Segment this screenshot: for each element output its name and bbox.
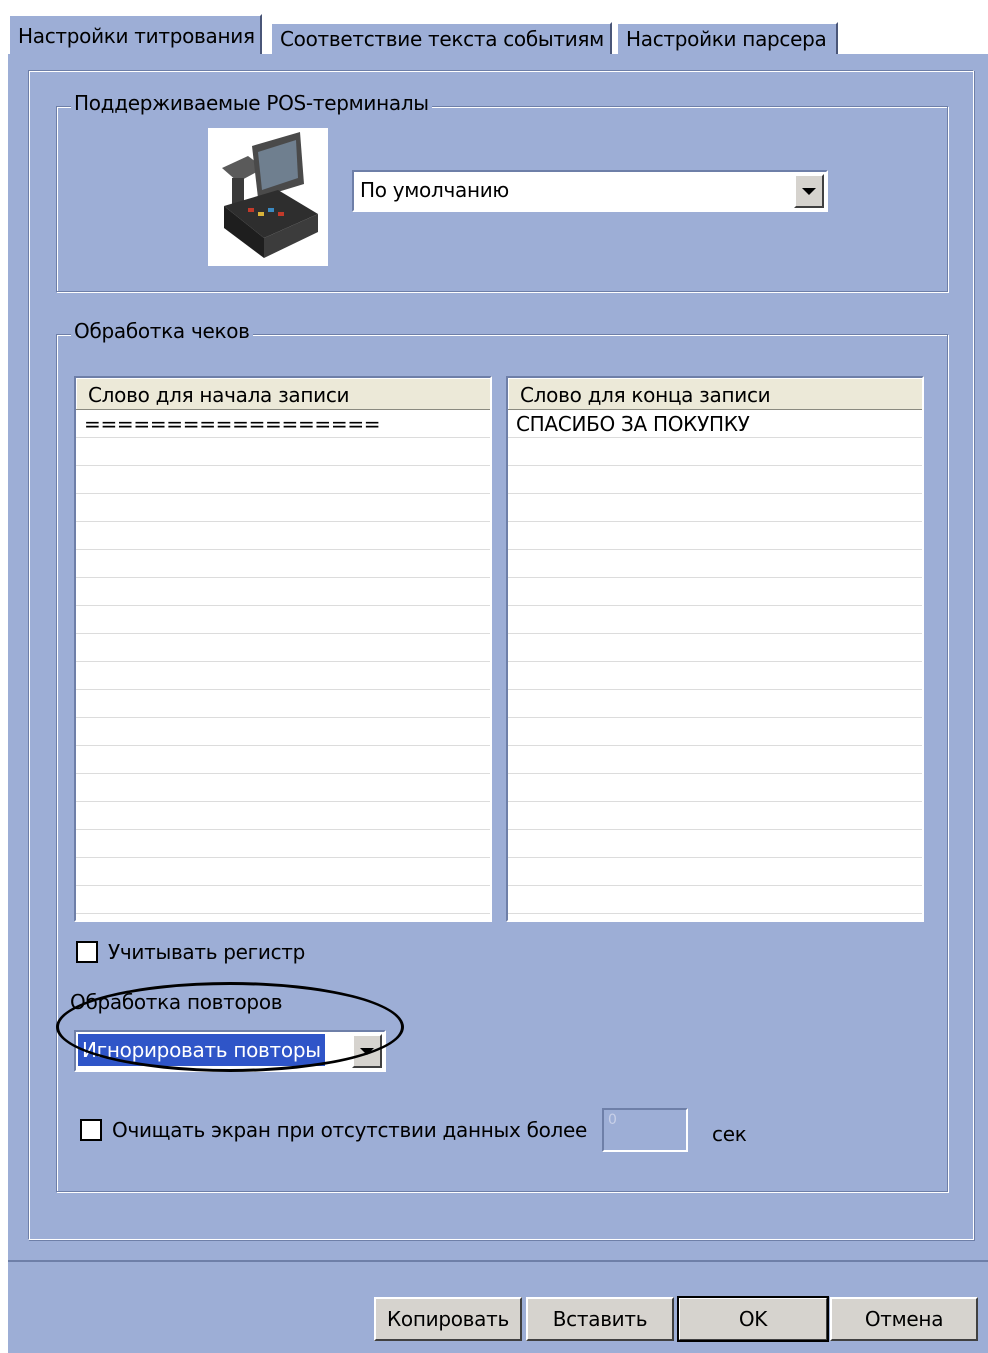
clear-screen-option[interactable]: Очищать экран при отсутствии данных боле… <box>80 1118 587 1142</box>
list-item[interactable] <box>508 578 922 606</box>
list-item[interactable]: СПАСИБО ЗА ПОКУПКУ <box>508 410 922 438</box>
list-item[interactable] <box>76 886 490 914</box>
start-words-header[interactable]: Слово для начала записи <box>76 378 490 410</box>
tab-label: Настройки парсера <box>626 27 827 51</box>
pos-terminal-icon <box>208 128 328 266</box>
tab-label: Соответствие текста событиям <box>280 27 604 51</box>
list-item[interactable] <box>508 690 922 718</box>
end-words-rows: СПАСИБО ЗА ПОКУПКУ <box>508 410 922 914</box>
list-item[interactable] <box>76 858 490 886</box>
end-words-list[interactable]: Слово для конца записи СПАСИБО ЗА ПОКУПК… <box>506 376 924 922</box>
repeat-processing-label: Обработка повторов <box>70 990 283 1014</box>
clear-timeout-input[interactable]: 0 <box>602 1108 688 1152</box>
list-item[interactable] <box>76 690 490 718</box>
tab-label: Настройки титрования <box>18 24 255 48</box>
list-item[interactable] <box>76 550 490 578</box>
list-item[interactable] <box>508 858 922 886</box>
copy-button[interactable]: Копировать <box>374 1297 522 1341</box>
list-item[interactable] <box>508 802 922 830</box>
list-item[interactable] <box>508 606 922 634</box>
list-item[interactable] <box>508 634 922 662</box>
end-words-header[interactable]: Слово для конца записи <box>508 378 922 410</box>
list-item[interactable] <box>508 774 922 802</box>
repeat-processing-dropdown-button[interactable] <box>352 1034 382 1068</box>
clear-screen-checkbox[interactable] <box>80 1119 102 1141</box>
pos-terminal-select[interactable]: По умолчанию <box>352 170 828 212</box>
paste-button[interactable]: Вставить <box>526 1297 674 1341</box>
tab-title-settings[interactable]: Настройки титрования <box>8 14 262 54</box>
pos-terminal-dropdown-button[interactable] <box>794 174 824 208</box>
pos-terminal-select-value: По умолчанию <box>360 178 509 202</box>
list-item[interactable]: ================== <box>76 410 490 438</box>
repeat-processing-select[interactable]: Игнорировать повторы <box>74 1030 386 1072</box>
list-item[interactable] <box>76 438 490 466</box>
case-sensitive-option[interactable]: Учитывать регистр <box>76 940 305 964</box>
list-item[interactable] <box>508 494 922 522</box>
list-item[interactable] <box>508 746 922 774</box>
list-item[interactable] <box>76 662 490 690</box>
list-item[interactable] <box>508 550 922 578</box>
chevron-down-icon <box>802 187 816 195</box>
list-item[interactable] <box>76 606 490 634</box>
list-item[interactable] <box>76 522 490 550</box>
list-item[interactable] <box>508 662 922 690</box>
list-item[interactable] <box>508 886 922 914</box>
list-item[interactable] <box>76 466 490 494</box>
list-item[interactable] <box>76 494 490 522</box>
list-item[interactable] <box>508 718 922 746</box>
clear-timeout-unit: сек <box>712 1122 747 1146</box>
list-item[interactable] <box>76 802 490 830</box>
clear-screen-label: Очищать экран при отсутствии данных боле… <box>112 1118 588 1142</box>
repeat-processing-select-value: Игнорировать повторы <box>78 1034 325 1066</box>
pos-terminals-group-title: Поддерживаемые POS-терминалы <box>71 91 432 115</box>
list-item[interactable] <box>508 830 922 858</box>
tab-parser-settings[interactable]: Настройки парсера <box>616 22 838 54</box>
list-item[interactable] <box>508 522 922 550</box>
ok-button[interactable]: OK <box>677 1296 829 1342</box>
case-sensitive-label: Учитывать регистр <box>108 940 306 964</box>
cancel-button[interactable]: Отмена <box>830 1297 978 1341</box>
tab-text-to-events[interactable]: Соответствие текста событиям <box>270 22 612 54</box>
list-item[interactable] <box>76 718 490 746</box>
list-item[interactable] <box>76 830 490 858</box>
chevron-down-icon <box>360 1047 374 1055</box>
start-words-rows: ================== <box>76 410 490 914</box>
case-sensitive-checkbox[interactable] <box>76 941 98 963</box>
receipts-group-title: Обработка чеков <box>71 319 253 343</box>
list-item[interactable] <box>508 438 922 466</box>
list-item[interactable] <box>76 578 490 606</box>
list-item[interactable] <box>76 634 490 662</box>
list-item[interactable] <box>76 746 490 774</box>
list-item[interactable] <box>76 774 490 802</box>
start-words-list[interactable]: Слово для начала записи ================… <box>74 376 492 922</box>
list-item[interactable] <box>508 466 922 494</box>
